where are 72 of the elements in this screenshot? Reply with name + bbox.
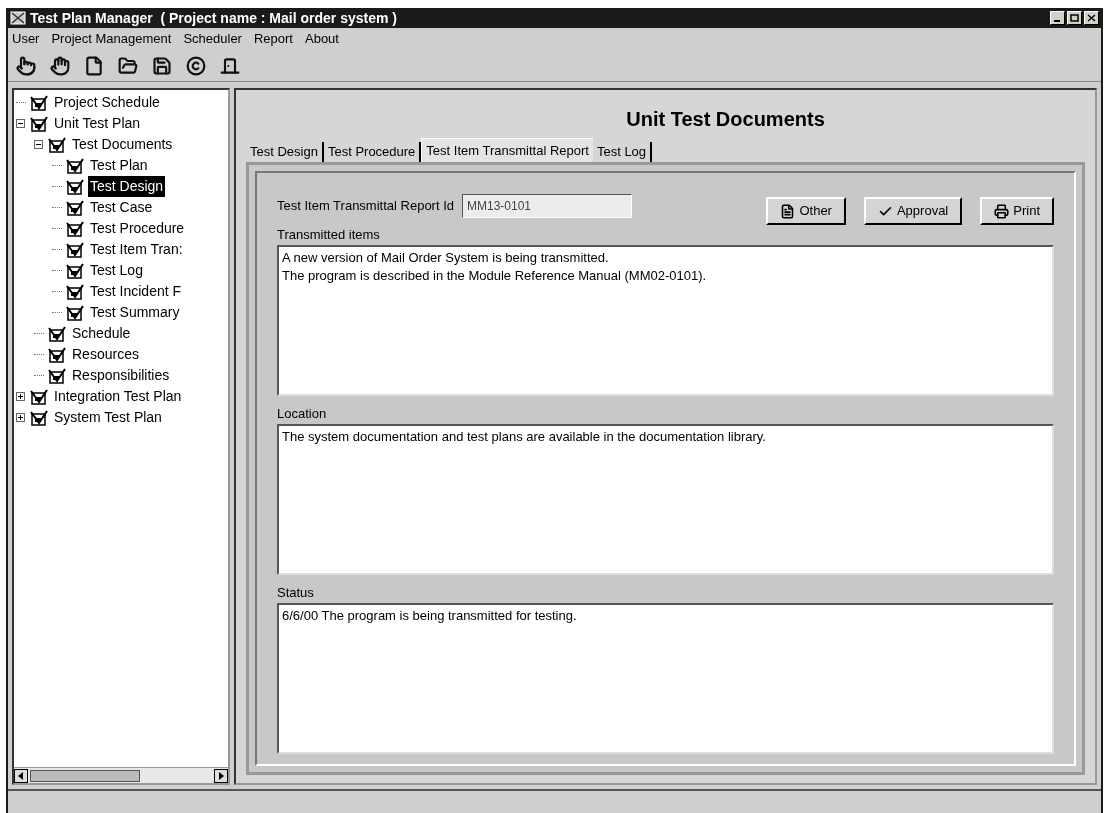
document-check-icon bbox=[66, 304, 84, 321]
pointing-hand-icon[interactable] bbox=[16, 55, 36, 76]
menu-item[interactable]: Report bbox=[253, 29, 293, 49]
tree-item[interactable]: Responsibilities bbox=[70, 365, 172, 386]
door-icon[interactable] bbox=[220, 55, 240, 76]
copyright-icon[interactable] bbox=[186, 55, 206, 76]
minimize-button[interactable] bbox=[1050, 11, 1065, 25]
document-check-icon bbox=[66, 283, 84, 300]
printer-icon bbox=[994, 203, 1010, 219]
collapse-icon[interactable] bbox=[34, 140, 43, 149]
tree-item[interactable]: System Test Plan bbox=[52, 407, 164, 428]
app-icon bbox=[10, 11, 26, 25]
close-icon bbox=[1087, 14, 1096, 22]
document-check-icon bbox=[30, 94, 48, 111]
document-check-icon bbox=[66, 157, 84, 174]
collapse-icon[interactable] bbox=[16, 119, 25, 128]
tree-item[interactable]: Test Summary bbox=[88, 302, 182, 323]
document-check-icon bbox=[48, 136, 66, 153]
text-area[interactable]: The system documentation and test plans are available in the documentation library. bbox=[277, 423, 1054, 575]
report-id-field[interactable]: MM13-0101 bbox=[462, 194, 632, 218]
document-icon bbox=[780, 203, 796, 219]
page-heading: Unit Test Documents bbox=[626, 107, 825, 132]
other-button[interactable]: Other bbox=[766, 197, 846, 225]
field-label: Test Item Transmittal Report Id bbox=[277, 197, 454, 216]
tree-item[interactable]: Test Item Tran: bbox=[88, 239, 185, 260]
horizontal-scrollbar[interactable] bbox=[14, 767, 228, 783]
maximize-button[interactable] bbox=[1067, 11, 1082, 25]
section-label: Status bbox=[277, 584, 315, 602]
tree-item[interactable]: Schedule bbox=[70, 323, 133, 344]
tree-item[interactable]: Test Documents bbox=[70, 134, 175, 155]
tab[interactable]: Test Item Transmittal Report bbox=[421, 138, 593, 162]
tree-item[interactable]: Resources bbox=[70, 344, 141, 365]
section-label: Transmitted items bbox=[277, 226, 381, 244]
menu-item[interactable]: Scheduler bbox=[183, 29, 242, 49]
tree-item[interactable]: Unit Test Plan bbox=[52, 113, 143, 134]
document-check-icon bbox=[66, 262, 84, 279]
document-check-icon bbox=[66, 178, 84, 195]
tree-item[interactable]: Test Log bbox=[88, 260, 145, 281]
tree-item[interactable]: Integration Test Plan bbox=[52, 386, 184, 407]
section-label: Location bbox=[277, 405, 328, 423]
document-check-icon bbox=[66, 220, 84, 237]
scroll-right-icon[interactable] bbox=[214, 768, 228, 783]
scroll-left-icon[interactable] bbox=[14, 768, 28, 783]
tree-item[interactable]: Test Case bbox=[88, 197, 155, 218]
text-area[interactable]: A new version of Mail Order System is being transmitted. The program is described in the Module Reference Manual (MM02-0101). bbox=[277, 244, 1054, 396]
document-check-icon bbox=[66, 199, 84, 216]
close-button[interactable] bbox=[1084, 11, 1099, 25]
tree-item[interactable]: Test Incident F bbox=[88, 281, 184, 302]
menu-item[interactable]: User bbox=[12, 29, 40, 49]
folder-icon[interactable] bbox=[118, 55, 138, 76]
document-check-icon bbox=[30, 115, 48, 132]
print-button[interactable]: Print bbox=[980, 197, 1054, 225]
expand-icon[interactable] bbox=[16, 392, 25, 401]
tree-item[interactable]: Test Design bbox=[88, 176, 166, 197]
expand-icon[interactable] bbox=[16, 413, 25, 422]
tree-item[interactable]: Project Schedule bbox=[52, 92, 162, 113]
tree-item[interactable]: Test Plan bbox=[88, 155, 150, 176]
document-check-icon bbox=[30, 409, 48, 426]
tree-item[interactable]: Test Procedure bbox=[88, 218, 187, 239]
maximize-icon bbox=[1070, 14, 1079, 22]
window-title: Test Plan Manager ( Project name : Mail order system ) bbox=[30, 8, 397, 28]
document-check-icon bbox=[48, 325, 66, 342]
menu-item[interactable]: Project Management bbox=[51, 29, 172, 49]
text-area[interactable]: 6/6/00 The program is being transmitted for testing. bbox=[277, 602, 1054, 754]
document-check-icon bbox=[48, 367, 66, 384]
page-icon[interactable] bbox=[84, 55, 104, 76]
hand-icon[interactable] bbox=[50, 55, 70, 76]
document-check-icon bbox=[30, 388, 48, 405]
approval-button[interactable]: Approval bbox=[863, 197, 963, 225]
menu-item[interactable]: About bbox=[305, 29, 339, 49]
document-check-icon bbox=[48, 346, 66, 363]
document-check-icon bbox=[66, 241, 84, 258]
